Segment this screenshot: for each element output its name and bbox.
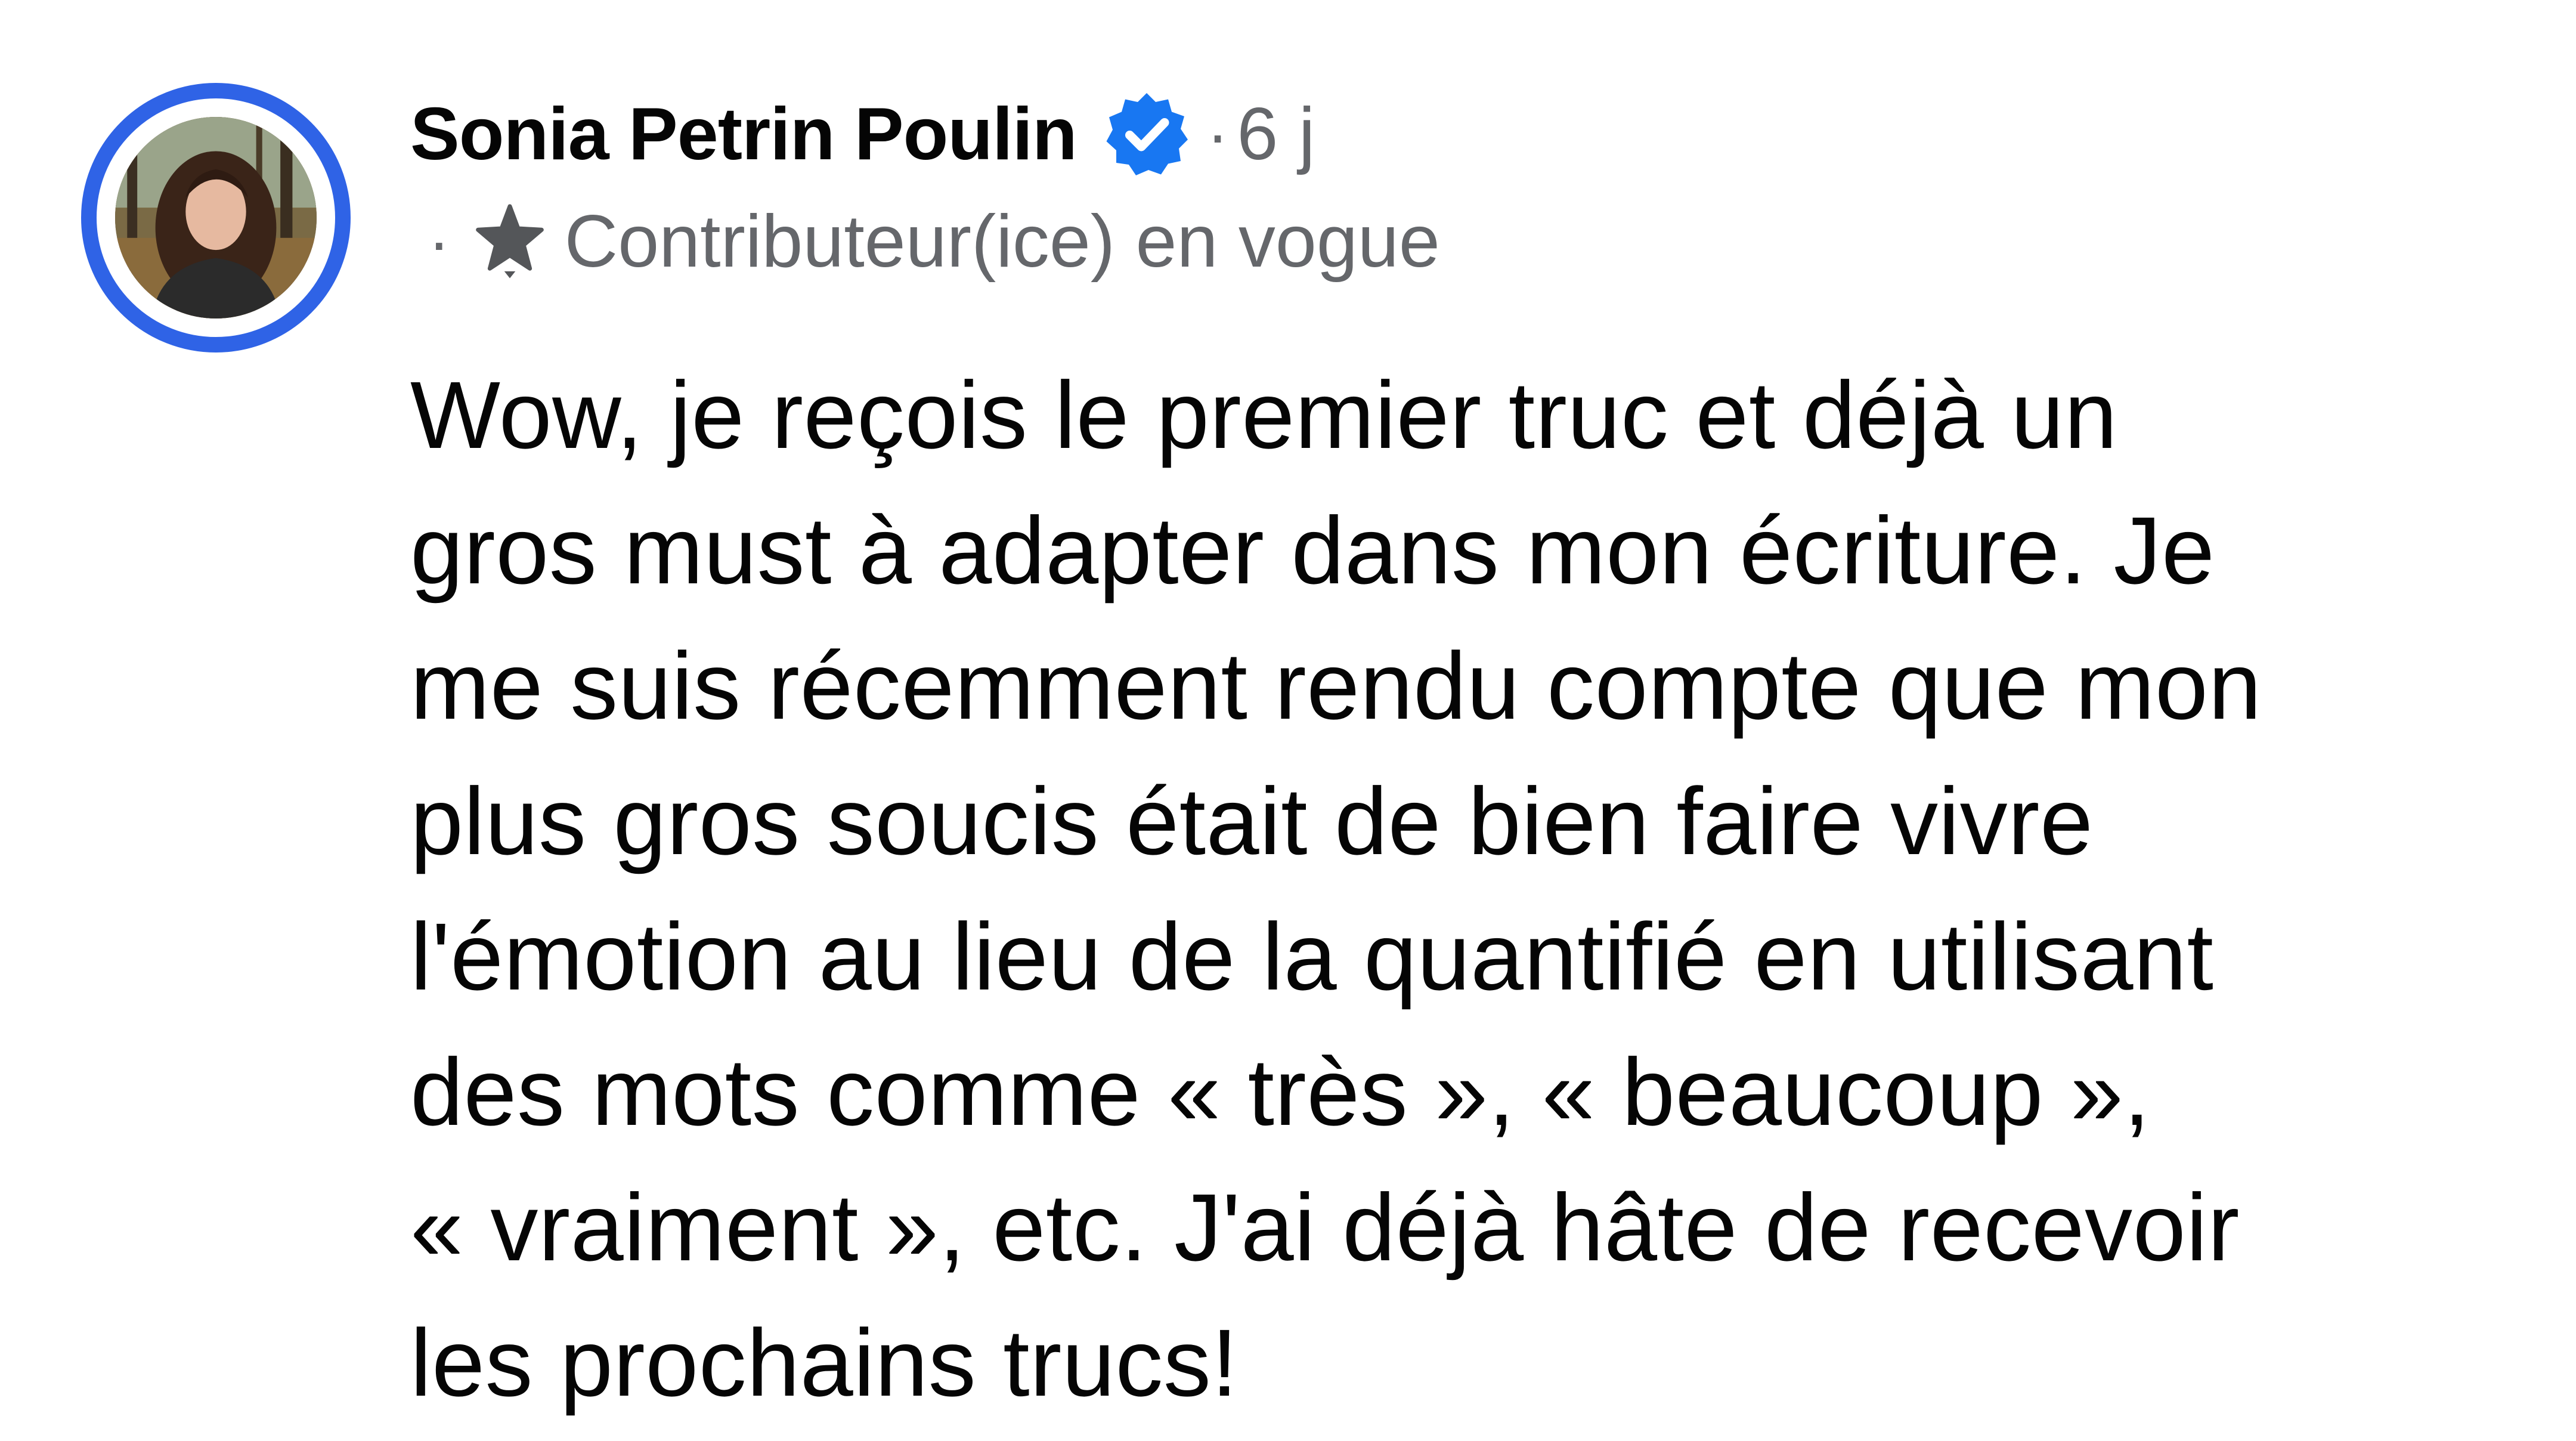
meta-separator: · <box>1206 97 1229 171</box>
badge-separator: · <box>428 205 450 279</box>
badge-label: Contributeur(ice) en vogue <box>564 200 1440 283</box>
contributor-badge[interactable]: · Contributeur(ice) en vogue <box>428 197 1440 286</box>
avatar-ring[interactable] <box>81 83 351 352</box>
comment-header: Sonia Petrin Poulin · 6 j <box>410 89 1315 179</box>
star-icon <box>475 203 544 280</box>
author-name[interactable]: Sonia Petrin Poulin <box>410 92 1078 177</box>
profile-photo <box>115 117 317 318</box>
verified-badge-icon <box>1102 89 1191 179</box>
timestamp[interactable]: 6 j <box>1237 92 1315 177</box>
avatar[interactable] <box>115 117 317 318</box>
comment-text: Wow, je reçois le premier truc et déjà u… <box>410 361 2262 1416</box>
